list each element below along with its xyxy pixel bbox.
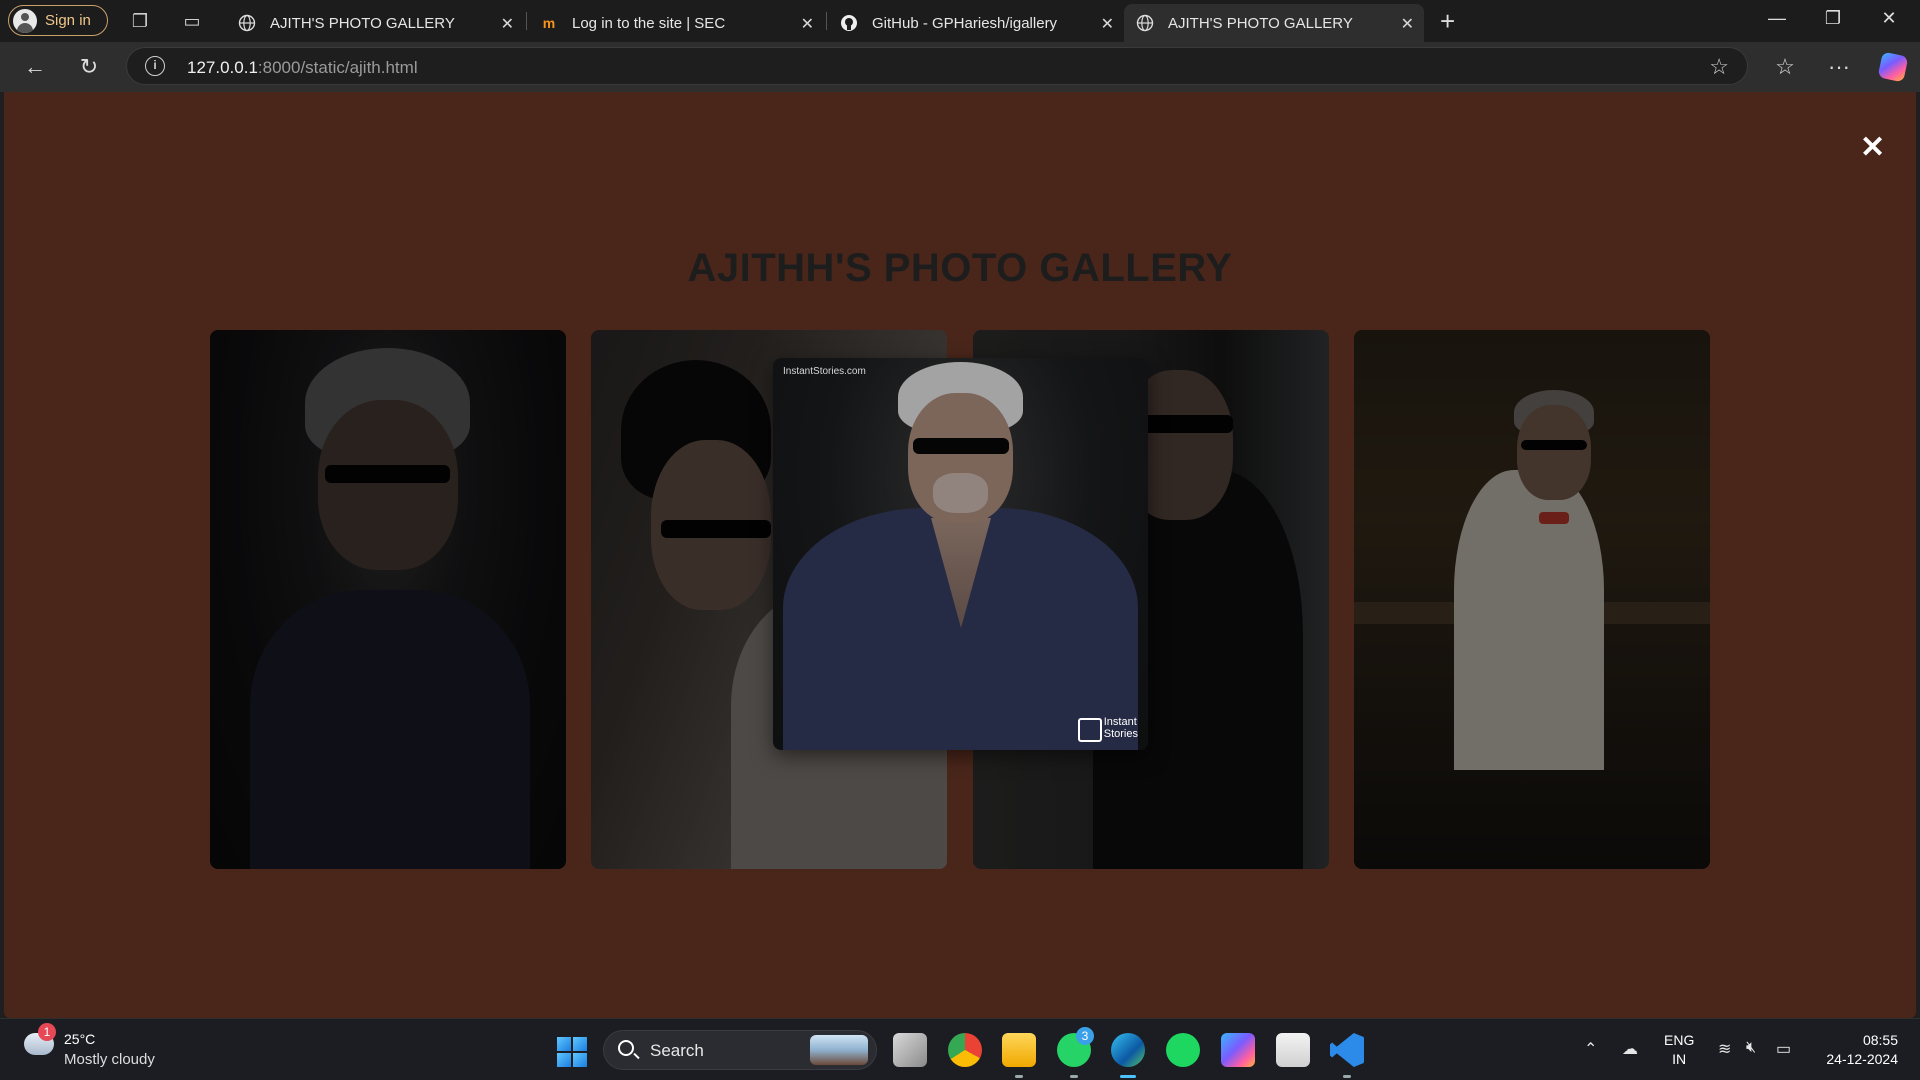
profile-avatar-icon xyxy=(13,8,37,33)
address-url[interactable]: 127.0.0.1:8000/static/ajith.html xyxy=(187,58,418,78)
search-label: Search xyxy=(650,1041,704,1060)
wifi-icon[interactable]: ≋ xyxy=(1718,1039,1731,1059)
browser-toolbar: ← ↻ i 127.0.0.1:8000/static/ajith.html ☆… xyxy=(0,42,1920,92)
tab-title: AJITH'S PHOTO GALLERY xyxy=(270,14,455,32)
tab-actions-icon[interactable]: ▭ xyxy=(180,9,204,33)
search-highlight-image xyxy=(810,1035,868,1065)
tab-divider xyxy=(826,12,827,30)
spotify-icon[interactable] xyxy=(1166,1033,1200,1067)
tab-divider xyxy=(526,12,527,30)
url-host: 127.0.0.1 xyxy=(187,58,258,77)
close-tab-icon[interactable]: ✕ xyxy=(801,14,814,34)
tab-title: GitHub - GPHariesh/igallery xyxy=(872,14,1058,32)
system-clock[interactable]: 08:55 24-12-2024 xyxy=(1818,1031,1898,1069)
close-tab-icon[interactable]: ✕ xyxy=(501,14,514,34)
globe-icon xyxy=(238,14,256,32)
instant-stories-logo: Instant Stories xyxy=(1077,716,1138,742)
tab-github[interactable]: GitHub - GPHariesh/igallery ✕ xyxy=(828,4,1124,42)
chrome-icon[interactable] xyxy=(948,1033,982,1067)
search-icon xyxy=(618,1040,634,1056)
new-tab-button[interactable]: + xyxy=(1440,6,1455,37)
region-code: IN xyxy=(1672,1051,1687,1067)
refresh-icon[interactable]: ↻ xyxy=(74,54,104,80)
copilot-icon[interactable] xyxy=(1877,51,1909,83)
sign-in-button[interactable]: Sign in xyxy=(8,5,108,36)
vscode-icon[interactable] xyxy=(1330,1033,1364,1067)
tab-sec-login[interactable]: m Log in to the site | SEC ✕ xyxy=(528,4,824,42)
file-explorer-icon[interactable] xyxy=(1002,1033,1036,1067)
moodle-icon: m xyxy=(542,15,556,31)
watermark-text: InstantStories.com xyxy=(783,366,866,377)
browser-titlebar: Sign in ❐ ▭ AJITH'S PHOTO GALLERY ✕ m Lo… xyxy=(0,0,1920,42)
favorite-star-icon[interactable]: ☆ xyxy=(1709,54,1729,80)
windows-start-icon[interactable] xyxy=(557,1037,587,1067)
weather-condition[interactable]: Mostly cloudy xyxy=(64,1051,155,1068)
close-window-icon[interactable]: ✕ xyxy=(1866,8,1912,29)
minimize-icon[interactable]: — xyxy=(1754,8,1800,29)
sign-in-label: Sign in xyxy=(45,12,91,29)
running-indicator xyxy=(1070,1075,1078,1078)
close-tab-icon[interactable]: ✕ xyxy=(1101,14,1114,34)
tab-title: Log in to the site | SEC xyxy=(572,14,726,32)
back-arrow-icon[interactable]: ← xyxy=(20,54,50,80)
clock-date: 24-12-2024 xyxy=(1826,1051,1898,1067)
site-info-icon[interactable]: i xyxy=(145,56,165,76)
microsoft-store-icon[interactable] xyxy=(1276,1033,1310,1067)
whatsapp-badge: 3 xyxy=(1076,1027,1094,1045)
weather-badge: 1 xyxy=(38,1023,56,1041)
tab-ajith-gallery-active[interactable]: AJITH'S PHOTO GALLERY ✕ xyxy=(1124,4,1424,42)
github-icon xyxy=(840,14,858,32)
volume-muted-icon[interactable]: 🔇︎ xyxy=(1746,1039,1756,1057)
task-view-icon[interactable] xyxy=(893,1033,927,1067)
close-tab-icon[interactable]: ✕ xyxy=(1401,14,1414,34)
running-indicator xyxy=(1015,1075,1023,1078)
photo-1[interactable] xyxy=(210,330,566,869)
favorites-icon[interactable]: ☆ xyxy=(1770,54,1800,80)
tab-title: AJITH'S PHOTO GALLERY xyxy=(1168,14,1353,32)
close-lightbox-button[interactable]: ✕ xyxy=(1860,130,1885,165)
featured-photo[interactable]: InstantStories.com Instant Stories xyxy=(773,358,1148,750)
url-path: :8000/static/ajith.html xyxy=(257,58,418,77)
tab-ajith-gallery-1[interactable]: AJITH'S PHOTO GALLERY ✕ xyxy=(226,4,524,42)
language-code: ENG xyxy=(1664,1032,1695,1048)
page-title: AJITHH'S PHOTO GALLERY xyxy=(687,246,1233,290)
workspaces-icon[interactable]: ❐ xyxy=(128,9,152,33)
taskbar-search[interactable]: Search xyxy=(603,1030,877,1070)
globe-icon xyxy=(1136,14,1154,32)
windows-taskbar: 1 25°C Mostly cloudy Search 3 ⌃ ☁ ENG IN… xyxy=(0,1018,1920,1080)
battery-icon[interactable]: ▭ xyxy=(1776,1039,1791,1059)
address-bar[interactable]: i 127.0.0.1:8000/static/ajith.html ☆ xyxy=(126,47,1748,85)
logo-line-2: Stories xyxy=(1103,728,1138,740)
clock-time: 08:55 xyxy=(1862,1032,1898,1048)
photo-4[interactable] xyxy=(1354,330,1710,869)
copilot-app-icon[interactable] xyxy=(1221,1033,1255,1067)
weather-temperature[interactable]: 25°C xyxy=(64,1031,95,1047)
show-hidden-icons-chevron-icon[interactable]: ⌃ xyxy=(1584,1039,1597,1059)
edge-icon[interactable] xyxy=(1111,1033,1145,1067)
running-indicator xyxy=(1343,1075,1351,1078)
more-options-icon[interactable]: ··· xyxy=(1824,54,1854,80)
restore-icon[interactable]: ❐ xyxy=(1810,8,1856,29)
language-indicator[interactable]: ENG IN xyxy=(1664,1031,1694,1069)
onedrive-offline-icon[interactable]: ☁ xyxy=(1622,1039,1638,1059)
active-indicator xyxy=(1120,1075,1136,1078)
logo-line-1: Instant xyxy=(1103,716,1137,728)
